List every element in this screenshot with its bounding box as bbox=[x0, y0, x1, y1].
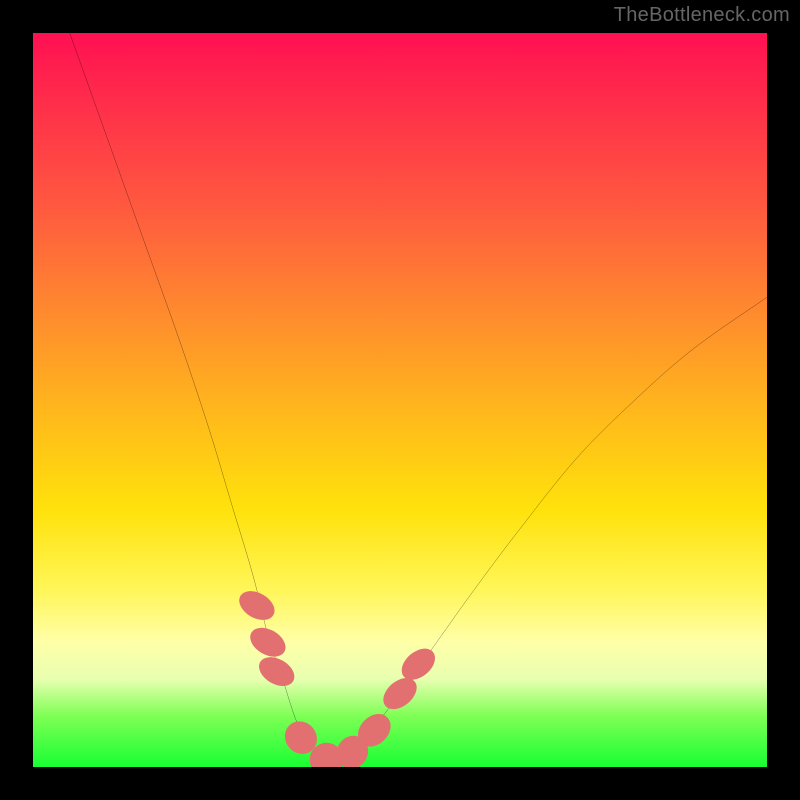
chart-frame: TheBottleneck.com bbox=[0, 0, 800, 800]
watermark-text: TheBottleneck.com bbox=[614, 4, 790, 27]
left-descent-dot-2 bbox=[245, 622, 291, 663]
marker-layer bbox=[234, 585, 441, 767]
curve-overlay bbox=[33, 33, 767, 767]
left-descent-dot-3 bbox=[254, 651, 300, 692]
left-descent-dot-1 bbox=[234, 585, 280, 626]
